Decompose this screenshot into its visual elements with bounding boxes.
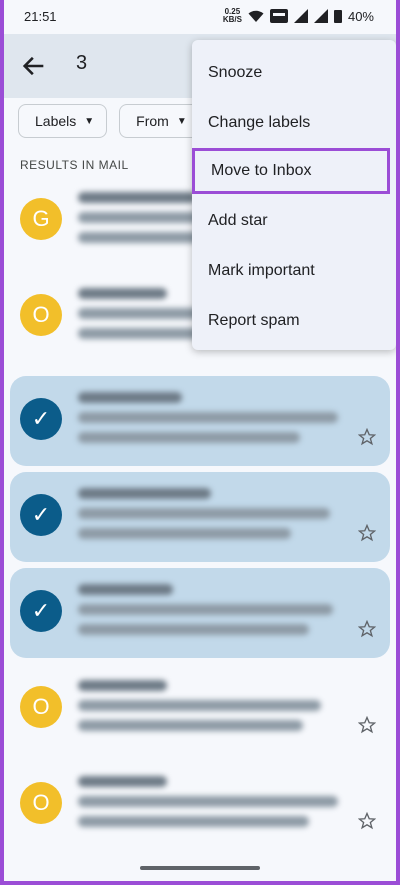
- labels-filter-chip[interactable]: Labels ▼: [18, 104, 108, 138]
- email-row-selected[interactable]: ✓: [10, 568, 390, 658]
- status-time: 21:51: [24, 9, 57, 24]
- status-bar: 21:51 0.25 KB/S 40%: [4, 0, 396, 34]
- phone-screen: 21:51 0.25 KB/S 40% 3 Labels ▼ From ▼ RESU…: [4, 0, 396, 881]
- blurred-email-content: [78, 488, 374, 548]
- blurred-email-content: [78, 680, 374, 740]
- caret-down-icon: ▼: [176, 115, 187, 127]
- sender-avatar[interactable]: O: [20, 782, 62, 824]
- star-icon[interactable]: [358, 716, 376, 734]
- caret-down-icon: ▼: [84, 115, 95, 127]
- menu-item-snooze[interactable]: Snooze: [192, 50, 396, 96]
- star-icon[interactable]: [358, 524, 376, 542]
- sender-avatar[interactable]: O: [20, 686, 62, 728]
- star-icon[interactable]: [358, 812, 376, 830]
- menu-item-report-spam[interactable]: Report spam: [192, 298, 396, 344]
- email-row[interactable]: O: [10, 664, 390, 754]
- menu-item-mark-important[interactable]: Mark important: [192, 248, 396, 294]
- star-icon[interactable]: [358, 620, 376, 638]
- section-title: RESULTS IN MAIL: [20, 158, 129, 172]
- selected-count: 3: [76, 52, 88, 74]
- check-icon[interactable]: ✓: [20, 494, 62, 536]
- menu-item-change-labels[interactable]: Change labels: [192, 100, 396, 146]
- from-filter-chip[interactable]: From ▼: [119, 104, 200, 138]
- gesture-nav-bar[interactable]: [140, 866, 260, 870]
- check-icon[interactable]: ✓: [20, 590, 62, 632]
- wifi-icon: [248, 10, 264, 22]
- filter-chips: Labels ▼ From ▼: [18, 104, 200, 138]
- sender-avatar[interactable]: O: [20, 294, 62, 336]
- blurred-email-content: [78, 392, 374, 452]
- email-row-selected[interactable]: ✓: [10, 472, 390, 562]
- check-icon[interactable]: ✓: [20, 398, 62, 440]
- menu-item-add-star[interactable]: Add star: [192, 198, 396, 244]
- volte-icon: [269, 9, 288, 23]
- signal-icon-2: [313, 9, 328, 23]
- blurred-email-content: [78, 584, 374, 644]
- network-speed: 0.25 KB/S: [222, 7, 242, 24]
- back-arrow-icon[interactable]: [20, 52, 48, 80]
- overflow-menu: Snooze Change labels Move to Inbox Add s…: [192, 40, 396, 350]
- status-icons: 0.25 KB/S 40%: [223, 8, 374, 24]
- blurred-email-content: [78, 776, 374, 836]
- signal-icon: [293, 9, 308, 23]
- battery-percent: 40%: [347, 8, 374, 24]
- email-row-selected[interactable]: ✓: [10, 376, 390, 466]
- menu-item-move-to-inbox[interactable]: Move to Inbox: [192, 148, 390, 194]
- email-row[interactable]: O: [10, 760, 390, 850]
- sender-avatar[interactable]: G: [20, 198, 62, 240]
- star-icon[interactable]: [358, 428, 376, 446]
- battery-icon: [333, 10, 342, 23]
